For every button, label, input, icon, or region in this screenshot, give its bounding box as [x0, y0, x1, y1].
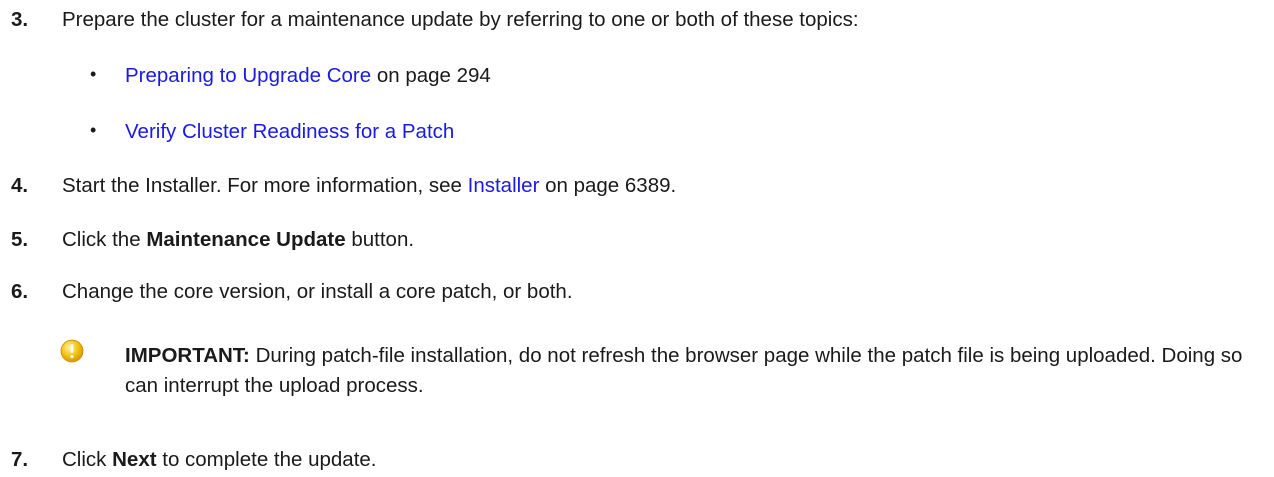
step-number: 5.	[11, 228, 29, 251]
step-number: 4.	[11, 174, 29, 197]
list-item-text: Preparing to Upgrade Core on page 294	[125, 64, 491, 88]
ui-element-name: Next	[112, 448, 157, 471]
step-text-part: button.	[345, 228, 415, 251]
bullet-marker: •	[90, 120, 97, 140]
link-preparing-to-upgrade-core[interactable]: Preparing to Upgrade Core	[125, 64, 371, 87]
list-item-text: Verify Cluster Readiness for a Patch	[125, 120, 454, 144]
important-label: IMPORTANT:	[125, 344, 250, 367]
page-reference: on page 6389.	[539, 174, 677, 197]
ui-element-name: Maintenance Update	[146, 228, 346, 251]
page-reference: on page 294	[371, 64, 491, 87]
step-number: 7.	[11, 448, 29, 471]
important-warning-icon	[60, 339, 84, 363]
step-text: Prepare the cluster for a maintenance up…	[62, 8, 859, 31]
step-number: 6.	[11, 280, 29, 303]
step-text: Click the Maintenance Update button.	[62, 228, 414, 252]
important-note-text: IMPORTANT: During patch-file installatio…	[125, 341, 1265, 401]
step-number: 3.	[11, 8, 29, 31]
step-text: Start the Installer. For more informatio…	[62, 174, 676, 198]
important-note-body: During patch-file installation, do not r…	[125, 344, 1243, 397]
link-installer[interactable]: Installer	[468, 174, 540, 197]
link-verify-cluster-readiness[interactable]: Verify Cluster Readiness for a Patch	[125, 120, 454, 143]
important-note: IMPORTANT: During patch-file installatio…	[60, 339, 1260, 399]
step-text: Change the core version, or install a co…	[62, 280, 573, 303]
bullet-marker: •	[90, 64, 97, 84]
step-text-part: Click the	[62, 228, 147, 251]
step-text: Click Next to complete the update.	[62, 448, 377, 472]
step-text-part: Click	[62, 448, 113, 471]
step-text-part: Start the Installer. For more informatio…	[62, 174, 468, 197]
step-text-part: to complete the update.	[156, 448, 377, 471]
